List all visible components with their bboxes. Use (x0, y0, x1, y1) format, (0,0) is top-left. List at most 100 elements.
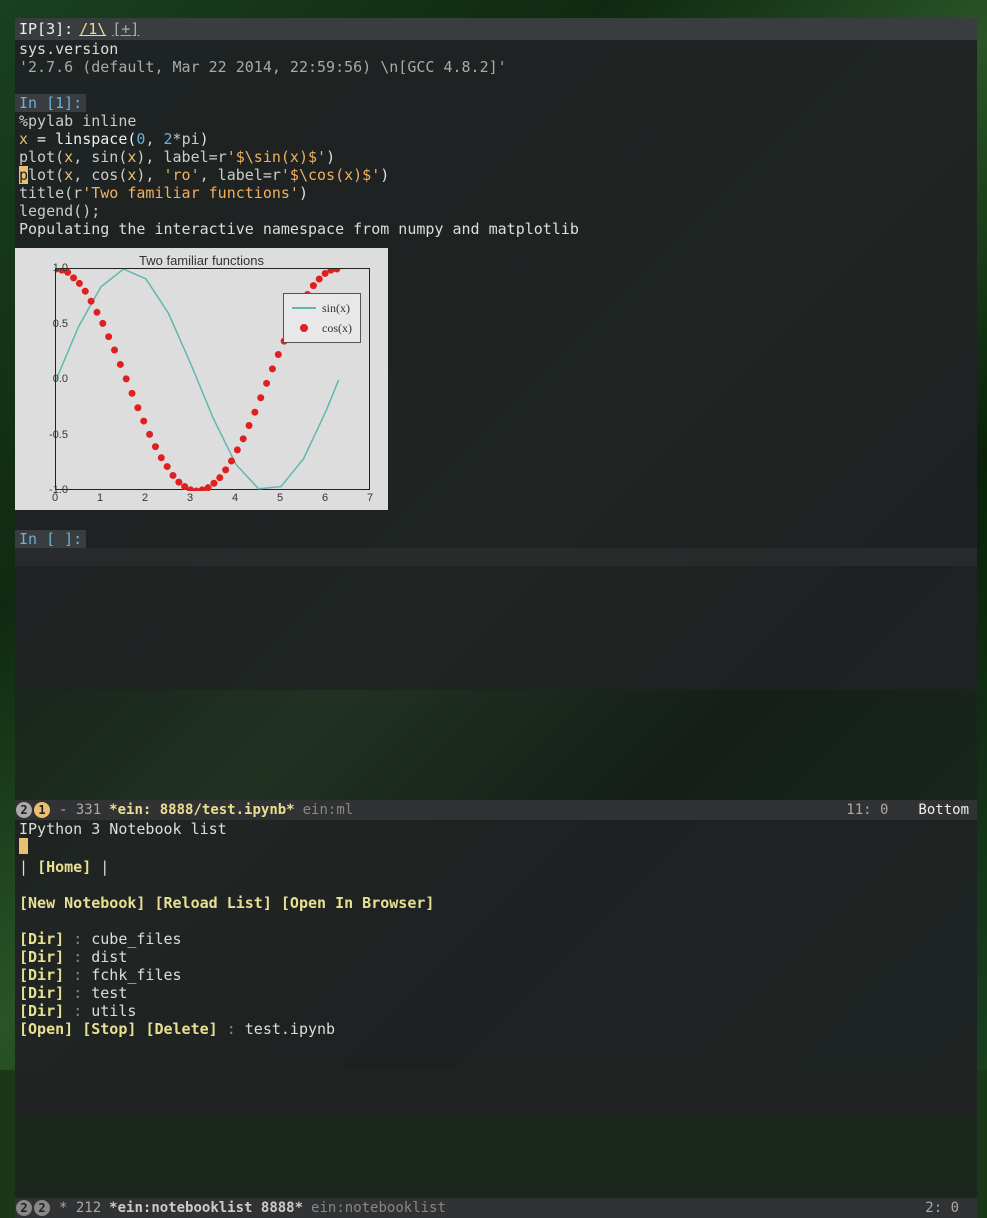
cos-dot (70, 274, 77, 281)
cos-dot (216, 474, 223, 481)
home-button[interactable]: [Home] (37, 858, 91, 876)
cos-dot (234, 446, 241, 453)
text-cursor: p (19, 166, 28, 184)
cos-dot (123, 375, 130, 382)
cos-dot (251, 409, 258, 416)
cos-dot (117, 361, 124, 368)
cos-dot (170, 472, 177, 479)
y-tick: 0.0 (33, 373, 68, 385)
cos-dot (240, 435, 247, 442)
emacs-frame: IP[3]: /1\ [+] sys.version '2.7.6 (defau… (15, 18, 977, 1042)
winnum-badge: 2 (34, 1200, 50, 1216)
plot-figure: Two familiar functions sin(x) cos(x) -1.… (15, 248, 388, 510)
x-tick: 7 (367, 492, 373, 504)
notebooklist-pane[interactable]: IPython 3 Notebook list | [Home] | [New … (15, 820, 977, 1116)
pane2-padding (15, 1116, 977, 1198)
dir-name: cube_files (91, 930, 181, 948)
cos-dot (140, 418, 147, 425)
cos-dot (152, 443, 159, 450)
cursor-pos: 2: 0 (915, 1200, 969, 1216)
dir-button[interactable]: [Dir] (19, 930, 64, 948)
cos-dot (129, 390, 136, 397)
cos-dot (158, 454, 165, 461)
modeline-2[interactable]: 2 2 * 212 *ein:notebooklist 8888* ein:no… (15, 1198, 977, 1218)
dir-name: test (91, 984, 127, 1002)
new-notebook-button[interactable]: [New Notebook] (19, 894, 145, 912)
buffer-name: *ein: 8888/test.ipynb* (109, 802, 294, 818)
code-line[interactable]: plot(x, cos(x), 'ro', label=r'$\cos(x)$'… (19, 166, 973, 184)
notebook-pane[interactable]: IP[3]: /1\ [+] sys.version '2.7.6 (defau… (15, 18, 977, 690)
notebooklist-title: IPython 3 Notebook list (19, 820, 973, 838)
cos-dot (105, 333, 112, 340)
cell0-output-line1: sys.version (15, 40, 977, 58)
cos-dot (322, 270, 329, 277)
cos-dot (316, 275, 323, 282)
stop-button[interactable]: [Stop] (82, 1020, 136, 1038)
code-line[interactable]: plot(x, sin(x), label=r'$\sin(x)$') (19, 148, 973, 166)
worksheet-tab-active[interactable]: /1\ (79, 20, 106, 38)
ip-prompt: IP[3]: (19, 20, 73, 38)
cos-dot (82, 288, 89, 295)
open-in-browser-button[interactable]: [Open In Browser] (281, 894, 435, 912)
plot-legend: sin(x) cos(x) (283, 293, 361, 343)
reload-list-button[interactable]: [Reload List] (154, 894, 271, 912)
legend-entry: cos(x) (322, 321, 352, 336)
cell1-prompt: In [1]: (15, 94, 86, 112)
code-line[interactable]: x = linspace(0, 2*pi) (19, 130, 973, 148)
cos-dot (146, 431, 153, 438)
x-tick: 1 (97, 492, 103, 504)
cos-dot (93, 309, 100, 316)
dir-button[interactable]: [Dir] (19, 984, 64, 1002)
dir-name: dist (91, 948, 127, 966)
winnum-badge: 2 (16, 802, 32, 818)
code-line[interactable]: title(r'Two familiar functions') (19, 184, 973, 202)
dir-row: [Dir] : utils (19, 1002, 973, 1020)
x-tick: 2 (142, 492, 148, 504)
delete-button[interactable]: [Delete] (145, 1020, 217, 1038)
dir-row: [Dir] : dist (19, 948, 973, 966)
cos-dot (269, 365, 276, 372)
cos-dot (257, 394, 264, 401)
cell-empty-prompt: In [ ]: (15, 530, 86, 548)
x-tick: 3 (187, 492, 193, 504)
worksheet-tab-bar: IP[3]: /1\ [+] (15, 18, 977, 40)
major-mode: ein:notebooklist (303, 1200, 454, 1216)
winnum-badge: 1 (34, 802, 50, 818)
cell-empty-body[interactable] (15, 548, 977, 566)
y-tick: 1.0 (33, 262, 68, 274)
cos-dot (246, 422, 253, 429)
cos-dot (222, 466, 229, 473)
plot-axes: sin(x) cos(x) (55, 268, 370, 490)
cos-dot (88, 298, 95, 305)
legend-dot-icon (300, 324, 308, 332)
cos-dot (205, 484, 212, 491)
cos-dot (310, 282, 317, 289)
y-tick: 0.5 (33, 318, 68, 330)
major-mode: ein:ml (295, 802, 362, 818)
open-button[interactable]: [Open] (19, 1020, 73, 1038)
dir-button[interactable]: [Dir] (19, 1002, 64, 1020)
dir-row: [Dir] : test (19, 984, 973, 1002)
code-line[interactable]: legend(); (19, 202, 973, 220)
dir-row: [Dir] : fchk_files (19, 966, 973, 984)
dir-button[interactable]: [Dir] (19, 966, 64, 984)
cos-dot (175, 479, 182, 486)
file-row: [Open] [Stop] [Delete] : test.ipynb (19, 1020, 973, 1038)
cos-dot (228, 458, 235, 465)
cos-dot (263, 380, 270, 387)
cell1-code[interactable]: %pylab inline x = linspace(0, 2*pi) plot… (15, 112, 977, 220)
plot-title: Two familiar functions (15, 253, 388, 268)
cos-dot (164, 463, 171, 470)
code-line[interactable]: %pylab inline (19, 112, 973, 130)
x-tick: 4 (232, 492, 238, 504)
cos-dot (76, 280, 83, 287)
y-tick: -1.0 (33, 484, 68, 496)
worksheet-add-tab[interactable]: [+] (112, 20, 139, 38)
dir-button[interactable]: [Dir] (19, 948, 64, 966)
legend-line-icon (292, 307, 316, 309)
file-name: test.ipynb (245, 1020, 335, 1038)
modeline-1[interactable]: 2 1 - 331 *ein: 8888/test.ipynb* ein:ml … (15, 800, 977, 820)
pane1-padding (15, 690, 977, 800)
buffer-name: *ein:notebooklist 8888* (109, 1200, 303, 1216)
action-row: [New Notebook] [Reload List] [Open In Br… (19, 894, 973, 912)
